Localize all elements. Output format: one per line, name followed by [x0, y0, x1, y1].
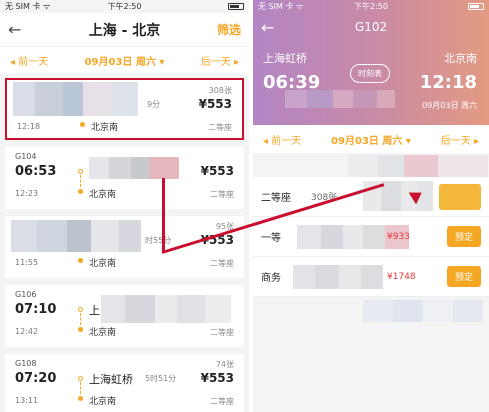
departure-time: 07:10 [15, 302, 57, 317]
departure-station: 上海虹桥 [263, 52, 307, 65]
route-line [80, 175, 81, 187]
status-time: 下午2:50 [107, 2, 142, 11]
arrival-time: 12:18 [419, 72, 477, 93]
departure-time: 07:20 [15, 371, 57, 386]
price: ¥553 [200, 371, 234, 385]
seat-class: 二等座 [210, 190, 234, 199]
date-selector[interactable]: 09月03日 周六 ▾ [85, 53, 165, 68]
redacted-region [348, 155, 488, 177]
status-bar: 无 SIM 卡 ᯤ 下午2:50 [0, 0, 249, 13]
train-card-g102[interactable]: 9分 308张 ¥553 12:18 北京南 二等座 [5, 78, 244, 140]
train-code: G106 [15, 290, 37, 299]
travel-date: 09月03日 周六 [422, 101, 477, 110]
departure-dot-icon [78, 169, 83, 174]
annotation-line [162, 178, 165, 253]
arrival-dot-icon [78, 258, 83, 263]
status-bar: 无 SIM 卡 ᯤ 下午2:50 [253, 0, 489, 13]
nav-bar: ← 上海 - 北京 筛选 [0, 13, 249, 46]
seat-class: 二等座 [210, 328, 234, 337]
departure-dot-icon [78, 307, 83, 312]
redacted-region [293, 265, 383, 289]
duration: 5时51分 [145, 374, 177, 383]
train-list-screen: 无 SIM 卡 ᯤ 下午2:50 ← 上海 - 北京 筛选 ◂ 前一天 09月0… [0, 0, 249, 412]
back-arrow-icon[interactable]: ← [261, 18, 281, 37]
arrival-station: 北京南 [89, 259, 117, 269]
price: ¥1748 [387, 271, 416, 282]
arrival-time: 12:42 [15, 327, 39, 336]
seat-class: 二等座 [210, 397, 234, 406]
train-list: 9分 308张 ¥553 12:18 北京南 二等座 G104 06:53 12… [0, 74, 249, 412]
redacted-region [101, 295, 231, 323]
next-day-button[interactable]: 后一天 ▸ [441, 132, 479, 147]
arrival-time: 11:55 [15, 258, 39, 267]
battery-icon [228, 3, 244, 10]
arrival-dot-icon [78, 327, 83, 332]
train-card-g106[interactable]: G106 07:10 12:42 上 北京南 二等座 [5, 285, 244, 347]
departure-station: 上海虹桥 [89, 373, 133, 386]
arrival-time: 12:18 [17, 122, 41, 131]
redacted-region [13, 82, 163, 116]
next-day-button[interactable]: 后一天 ▸ [201, 53, 239, 68]
filter-button[interactable]: 筛选 [217, 21, 241, 38]
prev-day-button[interactable]: ◂ 前一天 [263, 132, 301, 147]
page-title: 上海 - 北京 [88, 22, 161, 39]
book-button[interactable]: 预定 [446, 266, 481, 287]
arrival-station: 北京南 [89, 328, 117, 338]
train-card-g108[interactable]: G108 07:20 13:11 上海虹桥 5时51分 74张 ¥553 北京南… [5, 354, 244, 412]
arrival-station: 北京南 [444, 52, 477, 65]
seat-count: 74张 [215, 360, 234, 369]
date-selector[interactable]: 09月03日 周六 ▾ [331, 132, 411, 147]
seat-class: 二等座 [261, 193, 291, 204]
arrival-station: 北京南 [91, 123, 119, 133]
redacted-region [285, 90, 395, 108]
schedule-button[interactable]: 时刻表 [350, 64, 390, 83]
seat-row-business-class: 商务 ¥1748 预定 [253, 257, 489, 297]
train-card-g104[interactable]: G104 06:53 12:23 北京南 ¥553 二等座 [5, 147, 244, 209]
nav-bar: ← G102 [253, 13, 489, 41]
status-time: 下午2:50 [354, 2, 388, 11]
arrival-time: 13:11 [15, 396, 39, 405]
redacted-region [89, 157, 179, 179]
train-header: 无 SIM 卡 ᯤ 下午2:50 ← G102 上海虹桥 北京南 06:39 1… [253, 0, 489, 125]
book-button[interactable]: 预定 [446, 226, 481, 247]
price: ¥933 [387, 231, 410, 242]
arrival-dot-icon [78, 189, 83, 194]
departure-station: 上 [89, 304, 100, 317]
date-bar: ◂ 前一天 09月03日 周六 ▾ 后一天 ▸ [253, 125, 489, 153]
duration: 9分 [147, 100, 161, 109]
prev-day-button[interactable]: ◂ 前一天 [10, 53, 48, 68]
price: ¥553 [200, 164, 234, 178]
seat-row-first-class: 一等 ¥933 预定 [253, 217, 489, 257]
spacer [253, 153, 489, 177]
train-detail-screen: 无 SIM 卡 ᯤ 下午2:50 ← G102 上海虹桥 北京南 06:39 1… [253, 0, 489, 412]
back-arrow-icon[interactable]: ← [8, 20, 28, 39]
train-code: G108 [15, 359, 37, 368]
arrival-dot-icon [78, 396, 83, 401]
departure-time: 06:53 [15, 164, 57, 179]
redacted-region [11, 220, 141, 252]
train-code: G104 [15, 152, 37, 161]
seat-class: 二等座 [208, 123, 232, 132]
duration: 时55分 [145, 236, 172, 245]
redacted-region [363, 300, 483, 322]
route-line [80, 313, 81, 325]
arrival-dot-icon [80, 122, 85, 127]
arrival-time: 12:23 [15, 189, 39, 198]
battery-icon [468, 3, 484, 10]
date-bar: ◂ 前一天 09月03日 周六 ▾ 后一天 ▸ [0, 46, 249, 74]
seat-class: 二等座 [210, 259, 234, 268]
arrival-station: 北京南 [89, 397, 117, 407]
route-line [80, 382, 81, 394]
seat-count: 308张 [208, 86, 232, 95]
price: ¥553 [198, 97, 232, 111]
book-button[interactable] [439, 183, 481, 210]
train-card[interactable]: 时55分 95张 ¥553 11:55 北京南 二等座 [5, 216, 244, 278]
departure-dot-icon [78, 376, 83, 381]
train-number-title: G102 [354, 20, 388, 34]
arrival-station: 北京南 [89, 190, 117, 200]
